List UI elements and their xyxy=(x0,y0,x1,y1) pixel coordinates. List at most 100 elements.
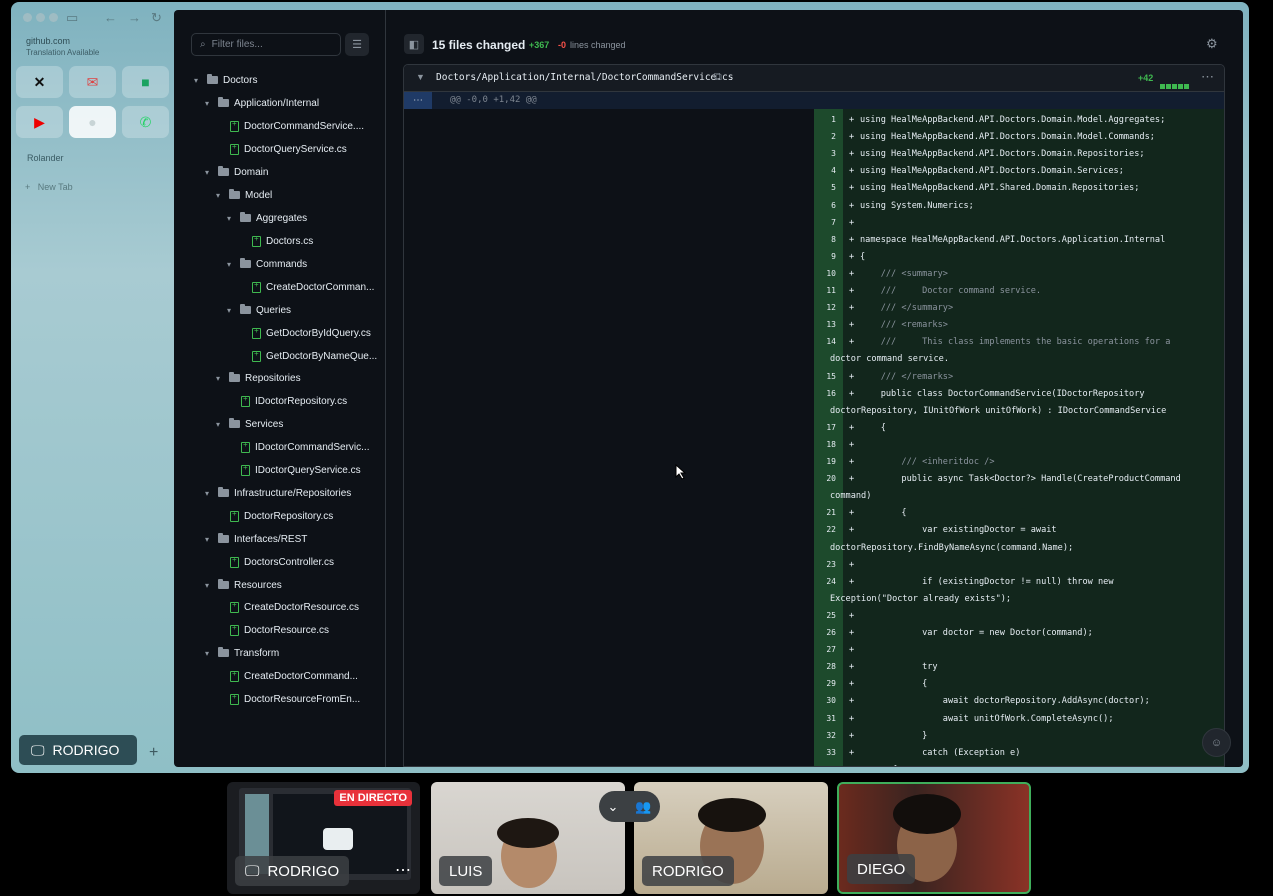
tree-folder[interactable]: ▾ Resources xyxy=(205,576,282,594)
tree-file[interactable]: IDoctorCommandServic... xyxy=(241,438,369,456)
line-number[interactable]: 8 xyxy=(814,235,836,244)
forward-icon[interactable]: → xyxy=(128,10,141,25)
tree-folder[interactable]: ▾ Queries xyxy=(227,301,291,319)
more-options-icon[interactable]: ⋯ xyxy=(395,860,412,880)
line-number[interactable]: 32 xyxy=(814,731,836,740)
line-number[interactable]: 29 xyxy=(814,679,836,688)
chevron-down-icon[interactable]: ▾ xyxy=(205,581,213,590)
line-number[interactable]: 23 xyxy=(814,560,836,569)
tree-file[interactable]: DoctorQueryService.cs xyxy=(230,140,347,158)
tree-folder[interactable]: ▾ Repositories xyxy=(216,369,301,387)
line-number[interactable]: 10 xyxy=(814,269,836,278)
line-number[interactable]: 18 xyxy=(814,440,836,449)
tree-file[interactable]: CreateDoctorCommand... xyxy=(230,667,358,685)
line-number[interactable]: 14 xyxy=(814,337,836,346)
copy-icon[interactable]: ⧉ xyxy=(714,71,722,84)
new-tab-button[interactable]: + New Tab xyxy=(25,182,73,192)
line-number[interactable]: 33 xyxy=(814,748,836,757)
participant-tile-rodrigo[interactable]: RODRIGO xyxy=(634,782,828,894)
line-number[interactable]: 17 xyxy=(814,423,836,432)
filter-options-button[interactable]: ☰ xyxy=(345,33,369,56)
tree-file[interactable]: IDoctorRepository.cs xyxy=(241,392,347,410)
tree-file[interactable]: DoctorRepository.cs xyxy=(230,507,333,525)
tree-folder[interactable]: ▾ Services xyxy=(216,415,283,433)
tree-folder[interactable]: ▾ Model xyxy=(216,186,272,204)
chevron-down-icon[interactable]: ▾ xyxy=(227,214,235,223)
sidebar-toggle-icon[interactable]: ▭ xyxy=(66,10,78,26)
line-number[interactable]: 6 xyxy=(814,201,836,210)
line-number[interactable]: 22 xyxy=(814,525,836,534)
tree-file[interactable]: DoctorResourceFromEn... xyxy=(230,690,360,708)
expand-hunk-button[interactable]: ⋯ xyxy=(404,92,432,109)
line-number[interactable]: 20 xyxy=(814,474,836,483)
line-number[interactable]: 21 xyxy=(814,508,836,517)
chevron-down-icon[interactable]: ▾ xyxy=(205,489,213,498)
line-number[interactable]: 30 xyxy=(814,696,836,705)
reload-icon[interactable]: ↻ xyxy=(151,10,162,26)
back-icon[interactable]: ← xyxy=(104,10,117,25)
chevron-down-icon[interactable]: ▾ xyxy=(216,374,224,383)
toggle-file-tree-button[interactable]: ◧ xyxy=(404,34,424,54)
tree-file[interactable]: DoctorsController.cs xyxy=(230,553,334,571)
tree-file[interactable]: CreateDoctorResource.cs xyxy=(230,598,359,616)
url-label[interactable]: github.com xyxy=(26,36,70,46)
window-close-dot[interactable] xyxy=(23,13,32,22)
tree-file[interactable]: GetDoctorByIdQuery.cs xyxy=(252,324,371,342)
line-number[interactable]: 19 xyxy=(814,457,836,466)
translation-notice[interactable]: Translation Available xyxy=(26,48,99,57)
chevron-down-icon[interactable]: ▾ xyxy=(227,260,235,269)
chevron-down-icon[interactable]: ▼ xyxy=(416,72,425,82)
gmail-favorite-icon[interactable]: ✉ xyxy=(69,66,116,98)
tree-folder[interactable]: ▾ Commands xyxy=(227,255,307,273)
line-number[interactable]: 26 xyxy=(814,628,836,637)
tree-file[interactable]: Doctors.cs xyxy=(252,232,313,250)
chevron-down-icon[interactable]: ▾ xyxy=(205,168,213,177)
line-number[interactable]: 11 xyxy=(814,286,836,295)
copilot-icon[interactable]: ☺ xyxy=(1202,728,1231,757)
line-number[interactable]: 7 xyxy=(814,218,836,227)
participants-icon[interactable]: 👥 xyxy=(635,799,651,815)
more-options-icon[interactable]: ⋯ xyxy=(1201,69,1214,85)
chevron-down-icon[interactable]: ▾ xyxy=(205,649,213,658)
line-number[interactable]: 4 xyxy=(814,166,836,175)
file-path[interactable]: Doctors/Application/Internal/DoctorComma… xyxy=(436,72,733,83)
participant-tile-diego[interactable]: DIEGO xyxy=(837,782,1031,894)
sidebar-folder[interactable]: Rolander xyxy=(27,153,64,163)
line-number[interactable]: 31 xyxy=(814,714,836,723)
tree-file[interactable]: DoctorResource.cs xyxy=(230,621,329,639)
line-number[interactable]: 5 xyxy=(814,183,836,192)
line-number[interactable]: 9 xyxy=(814,252,836,261)
line-number[interactable]: 25 xyxy=(814,611,836,620)
line-number[interactable]: 1 xyxy=(814,115,836,124)
chevron-down-icon[interactable]: ▾ xyxy=(205,99,213,108)
gear-icon[interactable]: ⚙ xyxy=(1206,36,1218,52)
youtube-favorite-icon[interactable]: ▶ xyxy=(16,106,63,138)
line-number[interactable]: 15 xyxy=(814,372,836,381)
line-number[interactable]: 13 xyxy=(814,320,836,329)
tree-file[interactable]: GetDoctorByNameQue... xyxy=(252,347,377,365)
tree-file[interactable]: CreateDoctorComman... xyxy=(252,278,374,296)
chevron-down-icon[interactable]: ▾ xyxy=(194,76,202,85)
tree-folder[interactable]: ▾ Infrastructure/Repositories xyxy=(205,484,351,502)
participant-tile-luis[interactable]: LUIS xyxy=(431,782,625,894)
tree-folder[interactable]: ▾ Interfaces/REST xyxy=(205,530,307,548)
line-number[interactable]: 2 xyxy=(814,132,836,141)
x-favorite-icon[interactable]: ✕ xyxy=(16,66,63,98)
participant-tile-presenter[interactable]: EN DIRECTO 🖵 RODRIGO ⋯ xyxy=(227,782,420,894)
line-number[interactable]: 24 xyxy=(814,577,836,586)
whatsapp-favorite-icon[interactable]: ✆ xyxy=(122,106,169,138)
chat-favorite-icon[interactable]: ■ xyxy=(122,66,169,98)
tree-file[interactable]: DoctorCommandService.... xyxy=(230,117,364,135)
tree-folder[interactable]: ▾ Aggregates xyxy=(227,209,307,227)
line-number[interactable]: 27 xyxy=(814,645,836,654)
line-number[interactable]: 16 xyxy=(814,389,836,398)
chevron-down-icon[interactable]: ▾ xyxy=(216,420,224,429)
tree-folder[interactable]: ▾ Application/Internal xyxy=(205,94,319,112)
window-minimize-dot[interactable] xyxy=(36,13,45,22)
line-number[interactable]: 12 xyxy=(814,303,836,312)
tree-folder[interactable]: ▾ Domain xyxy=(205,163,268,181)
window-zoom-dot[interactable] xyxy=(49,13,58,22)
tree-file[interactable]: IDoctorQueryService.cs xyxy=(241,461,361,479)
chevron-down-icon[interactable]: ▾ xyxy=(205,535,213,544)
chevron-down-icon[interactable]: ▾ xyxy=(227,306,235,315)
